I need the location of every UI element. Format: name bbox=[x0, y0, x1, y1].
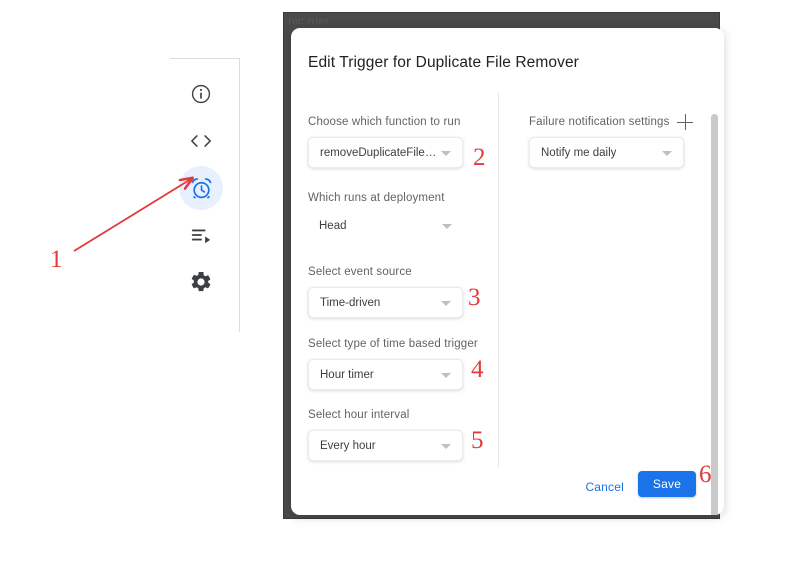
field-deployment: Which runs at deployment Head bbox=[308, 192, 463, 239]
field-label-deployment: Which runs at deployment bbox=[308, 192, 445, 204]
select-failure-notification[interactable]: Notify me daily bbox=[529, 137, 684, 168]
app-sidebar-rail bbox=[170, 58, 240, 332]
annotation-marker-5: 5 bbox=[471, 427, 484, 454]
field-label-failure-notification: Failure notification settings bbox=[529, 116, 670, 128]
select-event-source[interactable]: Time-driven bbox=[308, 287, 463, 318]
select-hour-interval[interactable]: Every hour bbox=[308, 430, 463, 461]
field-event-source: Select event source Time-driven bbox=[308, 266, 463, 318]
annotation-marker-2: 2 bbox=[473, 144, 486, 171]
plus-icon[interactable] bbox=[675, 112, 695, 132]
dialog-body: Choose which function to run removeDupli… bbox=[291, 86, 724, 478]
field-hour-interval: Select hour interval Every hour bbox=[308, 409, 463, 461]
dialog-scrollbar-track[interactable] bbox=[710, 114, 719, 515]
field-label-function-to-run: Choose which function to run bbox=[308, 116, 461, 128]
chevron-down-icon bbox=[441, 300, 451, 306]
annotation-marker-6: 6 bbox=[699, 461, 712, 488]
sidebar-item-overview[interactable] bbox=[179, 72, 223, 116]
field-function-to-run: Choose which function to run removeDupli… bbox=[308, 116, 463, 168]
sidebar-item-triggers[interactable] bbox=[179, 166, 223, 210]
chevron-down-icon bbox=[441, 443, 451, 449]
field-failure-notification: Failure notification settings Notify me … bbox=[529, 114, 693, 168]
annotation-marker-3: 3 bbox=[468, 284, 481, 311]
save-button[interactable]: Save bbox=[638, 471, 696, 497]
select-function-to-run[interactable]: removeDuplicateFileTrigger bbox=[308, 137, 463, 168]
dialog-scrollbar-thumb[interactable] bbox=[711, 114, 718, 515]
select-time-trigger-type[interactable]: Hour timer bbox=[308, 359, 463, 390]
code-brackets-icon bbox=[189, 130, 213, 152]
info-circle-icon bbox=[190, 83, 212, 105]
dialog-footer: Cancel Save bbox=[291, 459, 724, 515]
chevron-down-icon bbox=[442, 224, 452, 229]
cancel-button[interactable]: Cancel bbox=[579, 476, 630, 498]
dialog-title: Edit Trigger for Duplicate File Remover bbox=[308, 54, 579, 71]
select-value-hour-interval: Every hour bbox=[320, 439, 376, 452]
select-value-deployment: Head bbox=[319, 220, 347, 232]
annotation-marker-1: 1 bbox=[50, 246, 63, 273]
gear-icon bbox=[189, 270, 213, 294]
select-value-failure-notification: Notify me daily bbox=[541, 146, 617, 159]
annotation-marker-4: 4 bbox=[471, 356, 484, 383]
field-label-hour-interval: Select hour interval bbox=[308, 409, 410, 421]
select-value-function-to-run: removeDuplicateFileTrigger bbox=[320, 146, 440, 159]
sidebar-item-editor[interactable] bbox=[179, 119, 223, 163]
sidebar-item-executions[interactable] bbox=[179, 213, 223, 257]
column-divider bbox=[498, 92, 499, 467]
executions-icon bbox=[189, 224, 213, 246]
field-time-trigger-type: Select type of time based trigger Hour t… bbox=[308, 338, 478, 390]
chevron-down-icon bbox=[441, 150, 451, 156]
alarm-clock-icon bbox=[189, 176, 214, 201]
edit-trigger-dialog: Edit Trigger for Duplicate File Remover … bbox=[291, 28, 724, 515]
select-value-event-source: Time-driven bbox=[320, 296, 381, 309]
field-label-event-source: Select event source bbox=[308, 266, 412, 278]
sidebar-item-settings[interactable] bbox=[179, 260, 223, 304]
select-value-time-trigger-type: Hour timer bbox=[320, 368, 374, 381]
field-label-time-trigger-type: Select type of time based trigger bbox=[308, 338, 478, 350]
select-deployment[interactable]: Head bbox=[308, 213, 463, 239]
chevron-down-icon bbox=[441, 372, 451, 378]
chevron-down-icon bbox=[662, 150, 672, 156]
